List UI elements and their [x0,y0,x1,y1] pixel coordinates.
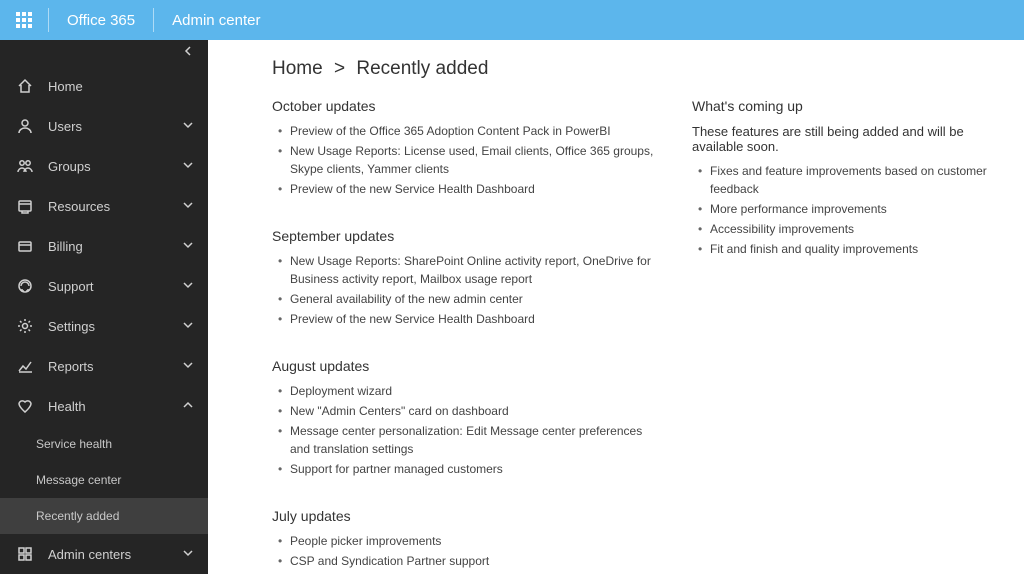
user-icon [14,118,36,134]
sidebar-item-label: Health [48,399,182,414]
chevron-down-icon [182,359,194,374]
coming-item: More performance improvements [710,200,1004,218]
sidebar-subitem-service-health[interactable]: Service health [0,426,208,462]
chevron-down-icon [182,199,194,214]
chevron-down-icon [182,279,194,294]
update-section: July updates People picker improvements CS… [272,508,662,574]
sidebar-item-label: Billing [48,239,182,254]
section-title: July updates [272,508,662,524]
chevron-down-icon [182,239,194,254]
update-item: New Usage Reports: License used, Email c… [290,142,662,178]
sidebar-item-label: Support [48,279,182,294]
settings-icon [14,318,36,334]
sidebar-item-reports[interactable]: Reports [0,346,208,386]
update-item: Deployment wizard [290,382,662,400]
sidebar-item-label: Settings [48,319,182,334]
chevron-up-icon [182,399,194,414]
chevron-left-icon [182,44,194,62]
waffle-icon [16,12,32,28]
breadcrumb-current: Recently added [356,58,488,79]
breadcrumb-separator: > [334,58,345,79]
sidebar-item-settings[interactable]: Settings [0,306,208,346]
whats-coming-column: What's coming up These features are stil… [682,98,1004,574]
billing-icon [14,238,36,254]
main-content: Home > Recently added October updates Pre… [208,40,1024,574]
breadcrumb: Home > Recently added [208,40,1024,98]
update-section: October updates Preview of the Office 365… [272,98,662,198]
sidebar-subitem-message-center[interactable]: Message center [0,462,208,498]
update-item: Support for partner managed customers [290,460,662,478]
update-section: September updates New Usage Reports: Shar… [272,228,662,328]
health-icon [14,398,36,414]
resource-icon [14,198,36,214]
brand-label[interactable]: Office 365 [49,0,153,40]
home-icon [14,78,36,94]
update-item: People picker improvements [290,532,662,550]
app-title: Admin center [154,12,278,29]
sidebar-subitem-recently-added[interactable]: Recently added [0,498,208,534]
chevron-down-icon [182,319,194,334]
coming-item: Accessibility improvements [710,220,1004,238]
section-title: September updates [272,228,662,244]
sidebar-item-users[interactable]: Users [0,106,208,146]
update-item: Preview of the Office 365 Adoption Conte… [290,122,662,140]
update-item: CSP and Syndication Partner support [290,552,662,570]
breadcrumb-root[interactable]: Home [272,58,323,79]
update-item: Preview of the new Service Health Dashbo… [290,180,662,198]
sidebar-item-home[interactable]: Home [0,66,208,106]
update-item: New Usage Reports: SharePoint Online act… [290,252,662,288]
sidebar-item-label: Resources [48,199,182,214]
updates-column: October updates Preview of the Office 365… [272,98,682,574]
section-title: October updates [272,98,662,114]
sidebar-item-resources[interactable]: Resources [0,186,208,226]
chevron-down-icon [182,547,194,562]
update-item: Message center personalization: Edit Mes… [290,422,662,458]
sidebar-item-label: Reports [48,359,182,374]
sidebar-item-label: Groups [48,159,182,174]
coming-item: Fixes and feature improvements based on … [710,162,1004,198]
aside-lead: These features are still being added and… [692,124,1004,154]
sidebar-item-health[interactable]: Health [0,386,208,426]
update-item: Preview of the new Service Health Dashbo… [290,310,662,328]
sidebar-item-admin-centers[interactable]: Admin centers [0,534,208,574]
aside-title: What's coming up [692,98,1004,114]
sidebar-collapse-button[interactable] [0,40,208,66]
section-title: August updates [272,358,662,374]
chevron-down-icon [182,119,194,134]
top-bar: Office 365 Admin center [0,0,1024,40]
support-icon [14,278,36,294]
sidebar-item-support[interactable]: Support [0,266,208,306]
coming-item: Fit and finish and quality improvements [710,240,1004,258]
update-section: August updates Deployment wizard New "Admi… [272,358,662,478]
app-launcher-button[interactable] [0,0,48,40]
group-icon [14,158,36,174]
sidebar-item-groups[interactable]: Groups [0,146,208,186]
update-item: New "Admin Centers" card on dashboard [290,402,662,420]
sidebar-item-label: Home [48,79,194,94]
sidebar: Home Users Groups Resources Billing Support Se… [0,40,208,574]
update-item: General availability of the new admin ce… [290,290,662,308]
chevron-down-icon [182,159,194,174]
admin-icon [14,546,36,562]
sidebar-item-billing[interactable]: Billing [0,226,208,266]
sidebar-item-label: Users [48,119,182,134]
sidebar-item-label: Admin centers [48,547,182,562]
reports-icon [14,358,36,374]
